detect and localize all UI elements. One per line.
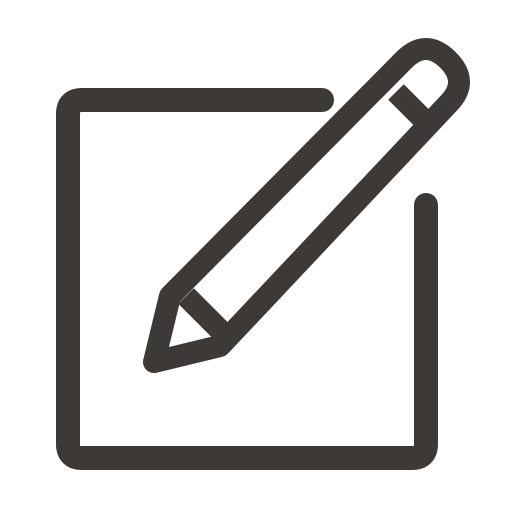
- icon-canvas: [0, 0, 512, 512]
- pencil-tip-band: [178, 288, 232, 342]
- edit-icon[interactable]: [0, 0, 512, 512]
- pencil-eraser-band: [388, 84, 440, 136]
- document-frame-icon: [56, 88, 438, 470]
